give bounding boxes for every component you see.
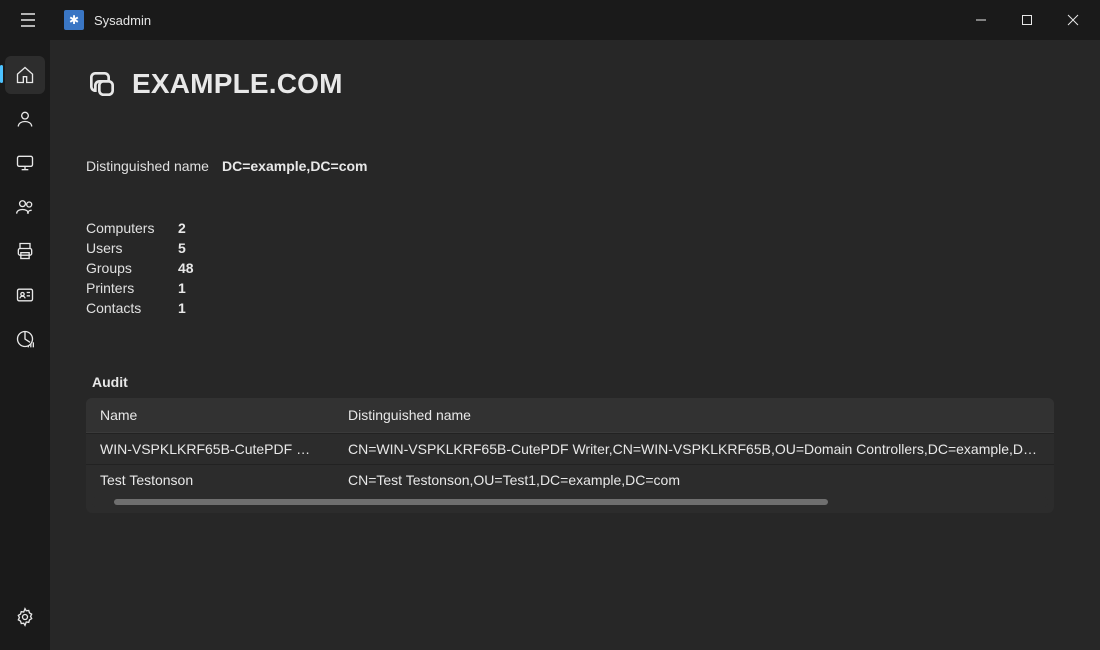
page-title: EXAMPLE.COM — [132, 68, 343, 100]
stat-label: Printers — [86, 280, 178, 296]
stat-value: 1 — [178, 300, 198, 316]
audit-cell-dn: CN=WIN-VSPKLKRF65B-CutePDF Writer,CN=WIN… — [334, 434, 1054, 464]
audit-col-dn[interactable]: Distinguished name — [334, 398, 1054, 432]
stat-value: 48 — [178, 260, 198, 276]
audit-table-header: Name Distinguished name — [86, 398, 1054, 433]
domain-icon — [86, 68, 118, 100]
dn-label: Distinguished name — [86, 158, 222, 174]
app-icon: ✱ — [64, 10, 84, 30]
audit-row[interactable]: Test Testonson CN=Test Testonson,OU=Test… — [86, 464, 1054, 495]
main-content: EXAMPLE.COM Distinguished name DC=exampl… — [50, 40, 1100, 650]
printer-icon — [15, 241, 35, 261]
sidebar-item-groups[interactable] — [5, 188, 45, 226]
titlebar: ✱ Sysadmin — [0, 0, 1100, 40]
window-minimize-button[interactable] — [958, 3, 1004, 37]
users-icon — [15, 197, 35, 217]
stat-value: 1 — [178, 280, 198, 296]
app-title: Sysadmin — [94, 13, 151, 28]
stat-row-contacts: Contacts 1 — [86, 300, 1064, 316]
page-header: EXAMPLE.COM — [86, 68, 1064, 100]
minimize-icon — [975, 14, 987, 26]
sidebar-item-printers[interactable] — [5, 232, 45, 270]
stat-value: 5 — [178, 240, 198, 256]
hamburger-menu-button[interactable] — [10, 2, 46, 38]
monitor-icon — [15, 153, 35, 173]
sidebar — [0, 40, 50, 650]
sidebar-item-settings[interactable] — [5, 598, 45, 636]
chart-icon — [15, 329, 35, 349]
audit-table: Name Distinguished name WIN-VSPKLKRF65B-… — [86, 398, 1054, 513]
audit-section: Audit Name Distinguished name WIN-VSPKLK… — [86, 374, 1064, 513]
sidebar-item-home[interactable] — [5, 56, 45, 94]
stat-row-computers: Computers 2 — [86, 220, 1064, 236]
audit-cell-name: WIN-VSPKLKRF65B-CutePDF Writer — [86, 434, 334, 464]
gear-icon — [15, 607, 35, 627]
stat-row-groups: Groups 48 — [86, 260, 1064, 276]
stat-label: Computers — [86, 220, 178, 236]
sidebar-item-computers[interactable] — [5, 144, 45, 182]
stat-row-printers: Printers 1 — [86, 280, 1064, 296]
audit-cell-dn: CN=Test Testonson,OU=Test1,DC=example,DC… — [334, 465, 1054, 495]
stat-label: Contacts — [86, 300, 178, 316]
home-icon — [15, 65, 35, 85]
audit-row[interactable]: WIN-VSPKLKRF65B-CutePDF Writer CN=WIN-VS… — [86, 433, 1054, 464]
stat-label: Groups — [86, 260, 178, 276]
stat-label: Users — [86, 240, 178, 256]
window-maximize-button[interactable] — [1004, 3, 1050, 37]
contact-card-icon — [15, 285, 35, 305]
user-icon — [15, 109, 35, 129]
sidebar-item-contacts[interactable] — [5, 276, 45, 314]
audit-col-name[interactable]: Name — [86, 398, 334, 432]
audit-title: Audit — [92, 374, 1064, 390]
maximize-icon — [1021, 14, 1033, 26]
audit-horizontal-scrollbar[interactable] — [92, 497, 1048, 507]
stats-block: Computers 2 Users 5 Groups 48 Printers 1… — [86, 220, 1064, 316]
hamburger-icon — [20, 13, 36, 27]
stat-row-users: Users 5 — [86, 240, 1064, 256]
dn-value: DC=example,DC=com — [222, 158, 368, 174]
close-icon — [1067, 14, 1079, 26]
distinguished-name-block: Distinguished name DC=example,DC=com — [86, 158, 1064, 174]
sidebar-item-users[interactable] — [5, 100, 45, 138]
stat-value: 2 — [178, 220, 198, 236]
audit-cell-name: Test Testonson — [86, 465, 334, 495]
scrollbar-thumb[interactable] — [114, 499, 828, 505]
window-close-button[interactable] — [1050, 3, 1096, 37]
sidebar-item-reports[interactable] — [5, 320, 45, 358]
